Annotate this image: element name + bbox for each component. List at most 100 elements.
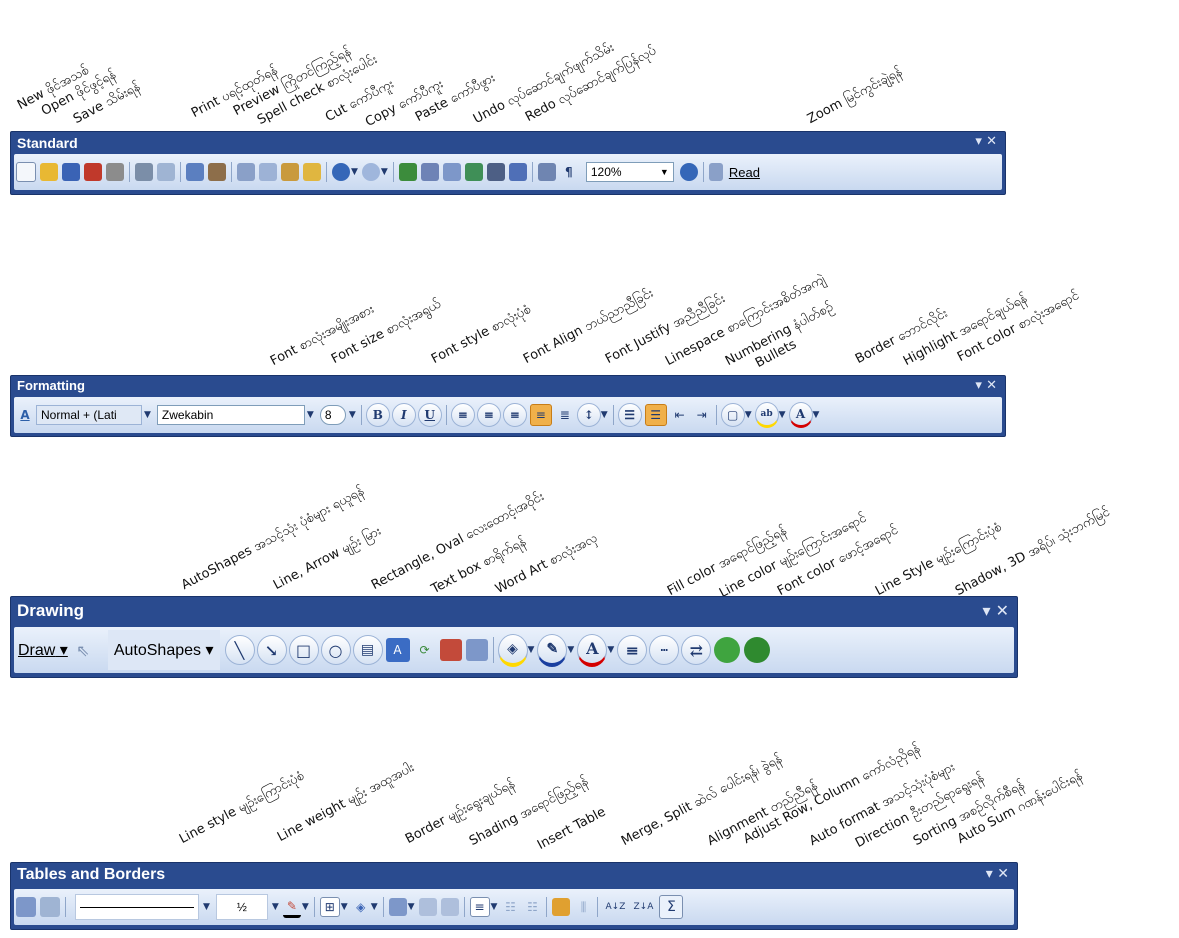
font-size-select[interactable]: 8 <box>319 405 346 425</box>
new-document-icon[interactable] <box>16 162 36 182</box>
print-icon[interactable] <box>135 163 153 181</box>
sort-descending-icon[interactable]: Z↓A <box>631 898 655 916</box>
drawing-font-color-icon[interactable]: A <box>577 633 608 667</box>
redo-icon[interactable] <box>361 163 380 181</box>
toolbar-controls[interactable]: ▾ ✕ <box>982 601 1009 620</box>
chevron-down-icon[interactable]: ▼ <box>349 410 356 420</box>
highlight-icon[interactable]: ab <box>754 402 779 428</box>
insert-table-icon[interactable] <box>442 163 461 181</box>
picture-icon[interactable] <box>465 639 488 661</box>
oval-icon[interactable]: ○ <box>320 635 351 665</box>
label-font-style: Font style စာလုံးပုံစံ <box>428 301 534 367</box>
toolbar-title: Formatting <box>17 378 85 393</box>
chevron-down-icon[interactable]: ▼ <box>203 902 210 912</box>
arrow-style-icon[interactable]: ⇄ <box>681 635 712 665</box>
draw-menu-button[interactable]: Draw ▾ <box>18 640 68 660</box>
align-left-icon[interactable]: ≡ <box>450 403 475 427</box>
align-center-icon[interactable]: ≡ <box>476 403 501 427</box>
line-icon[interactable]: ╲ <box>224 635 255 665</box>
toolbar-controls[interactable]: ▾ ✕ <box>986 866 1009 882</box>
pilcrow-icon[interactable]: ¶ <box>560 163 578 181</box>
zoom-value: 120% <box>590 165 622 179</box>
cut-icon[interactable] <box>237 163 255 181</box>
chevron-down-icon[interactable]: ▼ <box>144 410 151 420</box>
justify-icon[interactable]: ≡ <box>529 404 552 426</box>
autosum-icon[interactable]: Σ <box>659 895 684 919</box>
draw-table-icon[interactable] <box>16 897 36 917</box>
toolbar-controls[interactable]: ▾ ✕ <box>975 134 997 149</box>
line-style-icon[interactable]: ≡ <box>617 635 648 665</box>
paste-icon[interactable] <box>281 163 299 181</box>
increase-indent-icon[interactable]: ⇥ <box>693 406 711 424</box>
style-select[interactable]: Normal + (Lati <box>36 405 142 425</box>
document-map-icon[interactable] <box>537 163 556 181</box>
print-preview-icon[interactable] <box>157 163 175 181</box>
copy-icon[interactable] <box>259 163 277 181</box>
table-autoformat-icon[interactable] <box>552 898 571 916</box>
border-color-icon[interactable]: ✎ <box>282 897 301 918</box>
3d-icon[interactable] <box>744 637 771 663</box>
research-icon[interactable] <box>208 163 226 181</box>
standard-toolbar: Standard ▾ ✕ ▼ ▼ ¶ 120% ▼ Read <box>10 131 1006 195</box>
save-disk-icon[interactable] <box>62 163 80 181</box>
merge-cells-icon[interactable] <box>418 898 437 916</box>
clipart-icon[interactable] <box>439 639 462 661</box>
distribute-columns-icon[interactable]: ☷ <box>523 898 541 916</box>
eraser-icon[interactable] <box>40 897 60 917</box>
numbering-icon[interactable]: ☰ <box>617 403 642 427</box>
tables-borders-icon[interactable] <box>420 163 439 181</box>
help-icon[interactable] <box>679 163 698 181</box>
bullets-icon[interactable]: ☰ <box>644 404 667 426</box>
read-book-icon[interactable] <box>708 163 723 181</box>
outside-border-icon[interactable]: ⊞ <box>319 897 340 917</box>
underline-button[interactable]: U <box>417 403 442 427</box>
decrease-indent-icon[interactable]: ⇤ <box>671 406 689 424</box>
line-spacing-icon[interactable]: ↕ <box>576 403 601 427</box>
font-select[interactable]: Zwekabin <box>156 405 305 425</box>
shading-color-icon[interactable]: ◈ <box>352 898 370 916</box>
chevron-down-icon[interactable]: ▼ <box>272 902 279 912</box>
italic-button[interactable]: I <box>391 403 416 427</box>
text-direction-icon[interactable]: ⫼ <box>574 898 592 916</box>
styles-icon[interactable]: A <box>16 406 34 424</box>
chevron-down-icon[interactable]: ▼ <box>307 410 314 420</box>
read-button[interactable]: Read <box>729 165 760 180</box>
spelling-icon[interactable] <box>186 163 204 181</box>
insert-table-icon[interactable] <box>388 898 407 916</box>
bold-button[interactable]: B <box>365 403 390 427</box>
columns-icon[interactable] <box>486 163 505 181</box>
permission-icon[interactable] <box>84 163 102 181</box>
drawing-icon[interactable] <box>508 163 527 181</box>
border-icon[interactable]: ▢ <box>720 403 745 427</box>
textbox-icon[interactable]: ▤ <box>352 635 383 665</box>
sort-ascending-icon[interactable]: A↓Z <box>603 898 627 916</box>
drawing-toolbar: Drawing ▾ ✕ Draw ▾ ⇖ AutoShapes ▾ ╲ ↘ □ … <box>10 596 1018 678</box>
line-weight-select[interactable]: ½ <box>215 894 268 920</box>
select-objects-icon[interactable]: ⇖ <box>74 641 92 660</box>
cell-alignment-icon[interactable]: ≡ <box>469 897 490 917</box>
open-folder-icon[interactable] <box>40 163 58 181</box>
distribute-rows-icon[interactable]: ☷ <box>501 898 519 916</box>
distributed-icon[interactable]: ≣ <box>556 406 574 424</box>
font-value: Zwekabin <box>161 408 214 422</box>
format-painter-icon[interactable] <box>303 163 321 181</box>
shadow-icon[interactable] <box>714 637 741 663</box>
arrow-icon[interactable]: ↘ <box>256 635 287 665</box>
autoshapes-menu-button[interactable]: AutoShapes ▾ <box>107 630 220 670</box>
rectangle-icon[interactable]: □ <box>288 635 319 665</box>
fill-color-icon[interactable]: ◈ <box>497 633 528 667</box>
line-color-icon[interactable]: ✎ <box>537 633 568 667</box>
split-cells-icon[interactable] <box>440 898 459 916</box>
toolbar-controls[interactable]: ▾ ✕ <box>975 378 997 393</box>
line-style-select[interactable] <box>75 894 199 920</box>
wordart-icon[interactable]: A <box>385 638 410 662</box>
hyperlink-icon[interactable] <box>398 163 417 181</box>
insert-excel-icon[interactable] <box>464 163 483 181</box>
font-color-icon[interactable]: A <box>788 402 813 428</box>
email-icon[interactable] <box>106 163 124 181</box>
align-right-icon[interactable]: ≡ <box>502 403 527 427</box>
dash-style-icon[interactable]: ┅ <box>649 635 680 665</box>
diagram-icon[interactable]: ⟳ <box>414 639 436 661</box>
zoom-select[interactable]: 120% ▼ <box>585 162 674 182</box>
undo-icon[interactable] <box>332 163 350 181</box>
